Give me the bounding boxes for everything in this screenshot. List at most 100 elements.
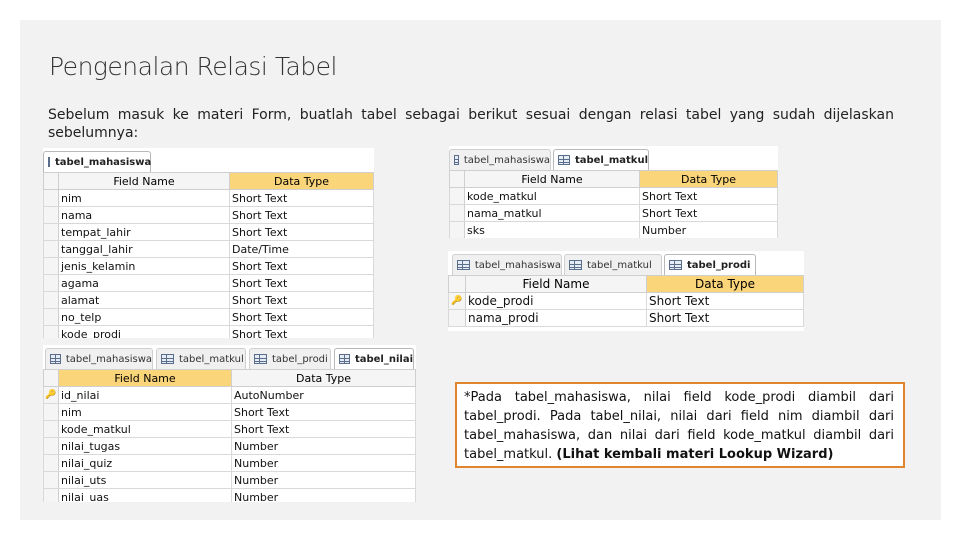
field-row[interactable]: tanggal_lahir Date/Time [43,240,374,258]
data-type-cell[interactable]: Number [231,454,416,472]
data-type-cell[interactable]: Date/Time [229,240,374,258]
field-name-cell[interactable]: kode_prodi [58,325,230,338]
primary-key-icon[interactable]: 🔑 [43,386,59,404]
data-type-cell[interactable]: Short Text [229,308,374,326]
field-row[interactable]: nilai_uts Number [43,471,416,489]
data-type-cell[interactable]: Number [231,437,416,455]
field-name-cell[interactable]: nilai_tugas [58,437,232,455]
field-row[interactable]: no_telp Short Text [43,308,374,326]
field-name-cell[interactable]: nim [58,403,232,421]
data-type-cell[interactable]: Short Text [229,274,374,292]
data-type-cell[interactable]: AutoNumber [231,386,416,404]
data-type-cell[interactable]: Number [639,221,778,238]
row-selector[interactable] [43,291,59,309]
row-selector-header [448,275,466,293]
field-row[interactable]: 🔑 kode_prodi Short Text [448,292,804,310]
field-name-cell[interactable]: nama_prodi [465,309,647,327]
data-type-header: Data Type [229,172,374,190]
field-name-cell[interactable]: tempat_lahir [58,223,230,241]
field-name-cell[interactable]: nilai_uas [58,488,232,502]
tab-tabel-nilai[interactable]: tabel_nilai [334,348,414,369]
field-name-cell[interactable]: alamat [58,291,230,309]
field-row[interactable]: kode_matkul Short Text [449,187,778,205]
field-row[interactable]: kode_prodi Short Text [43,325,374,338]
tab-tabel-mahasiswa[interactable]: tabel_mahasiswa [43,151,151,172]
row-selector[interactable] [43,454,59,472]
row-selector[interactable] [43,403,59,421]
field-name-cell[interactable]: jenis_kelamin [58,257,230,275]
field-row[interactable]: nama_prodi Short Text [448,309,804,327]
field-row[interactable]: tempat_lahir Short Text [43,223,374,241]
field-row[interactable]: alamat Short Text [43,291,374,309]
data-type-cell[interactable]: Short Text [639,187,778,205]
data-type-cell[interactable]: Short Text [229,223,374,241]
field-name-cell[interactable]: no_telp [58,308,230,326]
row-selector[interactable] [449,187,465,205]
field-row[interactable]: nilai_uas Number [43,488,416,502]
field-name-cell[interactable]: tanggal_lahir [58,240,230,258]
field-name-cell[interactable]: kode_matkul [58,420,232,438]
field-name-cell[interactable]: nilai_uts [58,471,232,489]
tab-label: tabel_matkul [574,154,648,166]
data-type-cell[interactable]: Number [231,471,416,489]
data-type-cell[interactable]: Short Text [229,291,374,309]
field-row[interactable]: sks Number [449,221,778,238]
row-selector[interactable] [43,437,59,455]
data-type-cell[interactable]: Short Text [646,309,804,327]
field-row[interactable]: nim Short Text [43,403,416,421]
tab-tabel-mahasiswa[interactable]: tabel_mahasiswa [449,149,551,170]
field-name-cell[interactable]: kode_prodi [465,292,647,310]
primary-key-icon[interactable]: 🔑 [448,292,466,310]
field-row[interactable]: nama Short Text [43,206,374,224]
tab-label: tabel_nilai [354,353,413,365]
field-row[interactable]: nama_matkul Short Text [449,204,778,222]
field-name-cell[interactable]: nim [58,189,230,207]
slide-title: Pengenalan Relasi Tabel [49,52,337,81]
row-selector[interactable] [43,325,59,338]
field-row[interactable]: kode_matkul Short Text [43,420,416,438]
row-selector[interactable] [448,309,466,327]
field-row[interactable]: 🔑 id_nilai AutoNumber [43,386,416,404]
field-name-cell[interactable]: nilai_quiz [58,454,232,472]
field-name-cell[interactable]: nama_matkul [464,204,640,222]
row-selector[interactable] [43,274,59,292]
data-type-cell[interactable]: Short Text [646,292,804,310]
tab-tabel-prodi[interactable]: tabel_prodi [664,254,756,275]
data-type-cell[interactable]: Short Text [639,204,778,222]
row-selector[interactable] [43,223,59,241]
data-type-cell[interactable]: Short Text [229,206,374,224]
tab-tabel-matkul[interactable]: tabel_matkul [156,348,246,369]
field-name-cell[interactable]: nama [58,206,230,224]
data-type-cell[interactable]: Number [231,488,416,502]
data-type-cell[interactable]: Short Text [231,420,416,438]
field-row[interactable]: agama Short Text [43,274,374,292]
row-selector[interactable] [43,257,59,275]
row-selector[interactable] [43,488,59,502]
row-selector[interactable] [43,471,59,489]
tab-tabel-mahasiswa[interactable]: tabel_mahasiswa [452,254,562,275]
field-row[interactable]: nilai_tugas Number [43,437,416,455]
field-row[interactable]: jenis_kelamin Short Text [43,257,374,275]
row-selector[interactable] [449,204,465,222]
row-selector[interactable] [43,206,59,224]
field-name-cell[interactable]: kode_matkul [464,187,640,205]
field-name-cell[interactable]: sks [464,221,640,238]
data-type-cell[interactable]: Short Text [231,403,416,421]
field-name-cell[interactable]: agama [58,274,230,292]
row-selector[interactable] [43,308,59,326]
field-name-cell[interactable]: id_nilai [58,386,232,404]
data-type-cell[interactable]: Short Text [229,325,374,338]
row-selector[interactable] [43,420,59,438]
tab-tabel-matkul[interactable]: tabel_matkul [564,254,662,275]
data-type-cell[interactable]: Short Text [229,257,374,275]
row-selector[interactable] [43,240,59,258]
tab-tabel-mahasiswa[interactable]: tabel_mahasiswa [45,348,153,369]
tab-tabel-matkul[interactable]: tabel_matkul [553,149,649,170]
field-row[interactable]: nim Short Text [43,189,374,207]
tab-tabel-prodi[interactable]: tabel_prodi [249,348,331,369]
field-row[interactable]: nilai_quiz Number [43,454,416,472]
row-selector[interactable] [43,189,59,207]
data-type-cell[interactable]: Short Text [229,189,374,207]
row-selector[interactable] [449,221,465,238]
table-icon [457,260,470,270]
